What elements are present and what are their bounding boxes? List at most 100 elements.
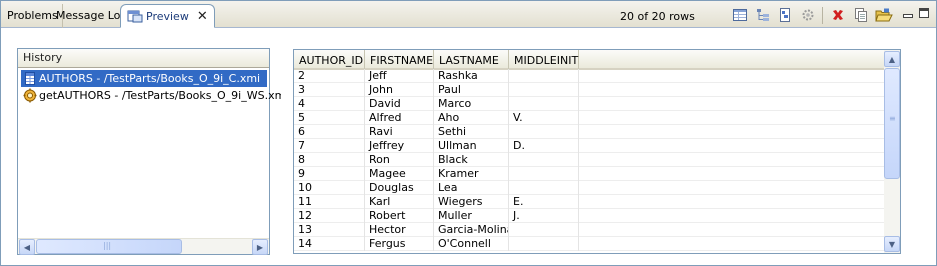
cell-filler (579, 181, 884, 195)
cell-middleinit[interactable] (509, 153, 579, 167)
cell-lastname[interactable]: Muller (434, 209, 509, 223)
table-row[interactable]: 7 Jeffrey Ullman D. (294, 139, 884, 153)
cell-firstname[interactable]: Jeff (365, 69, 434, 83)
cell-lastname[interactable]: Aho (434, 111, 509, 125)
table-row[interactable]: 13 Hector Garcia-Molina (294, 223, 884, 237)
cell-author-id[interactable]: 6 (294, 125, 365, 139)
close-icon[interactable]: ✕ (197, 5, 208, 29)
history-item-label: getAUTHORS - /TestParts/Books_O_9i_WS.xm… (39, 89, 293, 102)
cell-firstname[interactable]: Alfred (365, 111, 434, 125)
scroll-left-button[interactable]: ◀ (19, 239, 35, 255)
table-header: AUTHOR_ID FIRSTNAME LASTNAME MIDDLEINIT (294, 50, 900, 70)
history-horizontal-scrollbar[interactable]: ◀ ||| ▶ (18, 238, 269, 255)
results-scroll-thumb[interactable]: ≡ (884, 68, 900, 179)
cell-firstname[interactable]: Douglas (365, 181, 434, 195)
maximize-icon[interactable] (916, 5, 932, 21)
table-row[interactable]: 10 Douglas Lea (294, 181, 884, 195)
cell-author-id[interactable]: 11 (294, 195, 365, 209)
scroll-up-button[interactable]: ▲ (884, 51, 900, 67)
cell-middleinit[interactable] (509, 237, 579, 251)
cell-author-id[interactable]: 7 (294, 139, 365, 153)
scroll-right-button[interactable]: ▶ (252, 239, 268, 255)
column-header-lastname[interactable]: LASTNAME (434, 50, 509, 70)
cell-firstname[interactable]: Fergus (365, 237, 434, 251)
cell-firstname[interactable]: John (365, 83, 434, 97)
cell-middleinit[interactable]: J. (509, 209, 579, 223)
history-item-getauthors[interactable]: getAUTHORS - /TestParts/Books_O_9i_WS.xm… (21, 87, 292, 104)
cell-middleinit[interactable] (509, 69, 579, 83)
table-row[interactable]: 14 Fergus O'Connell (294, 237, 884, 251)
history-scroll-thumb[interactable]: ||| (36, 239, 182, 254)
cell-firstname[interactable]: Ron (365, 153, 434, 167)
cell-author-id[interactable]: 14 (294, 237, 365, 251)
cell-firstname[interactable]: Robert (365, 209, 434, 223)
delete-icon[interactable] (830, 7, 846, 23)
tab-preview[interactable]: Preview ✕ (120, 4, 215, 28)
table-row[interactable]: 4 David Marco (294, 97, 884, 111)
copy-icon[interactable] (853, 7, 869, 23)
cell-filler (579, 209, 884, 223)
results-vertical-scrollbar[interactable]: ▲ ≡ ▼ (884, 50, 900, 253)
cell-middleinit[interactable] (509, 83, 579, 97)
cell-middleinit[interactable]: E. (509, 195, 579, 209)
settings-icon[interactable] (800, 7, 816, 23)
cell-middleinit[interactable]: V. (509, 111, 579, 125)
tree-view-icon[interactable] (755, 7, 771, 23)
cell-firstname[interactable]: Ravi (365, 125, 434, 139)
cell-lastname[interactable]: Marco (434, 97, 509, 111)
cell-firstname[interactable]: Magee (365, 167, 434, 181)
cell-middleinit[interactable] (509, 181, 579, 195)
cell-author-id[interactable]: 12 (294, 209, 365, 223)
cell-lastname[interactable]: Rashka (434, 69, 509, 83)
table-row[interactable]: 6 Ravi Sethi (294, 125, 884, 139)
grip-icon: ≡ (889, 114, 896, 123)
cell-middleinit[interactable] (509, 223, 579, 237)
cell-author-id[interactable]: 9 (294, 167, 365, 181)
cell-filler (579, 139, 884, 153)
xml-view-icon[interactable] (777, 7, 793, 23)
table-row[interactable]: 12 Robert Muller J. (294, 209, 884, 223)
minimize-icon[interactable] (900, 5, 916, 21)
cell-middleinit[interactable]: D. (509, 139, 579, 153)
cell-lastname[interactable]: Wiegers (434, 195, 509, 209)
open-folder-icon[interactable] (875, 7, 893, 23)
column-header-author-id[interactable]: AUTHOR_ID (294, 50, 365, 70)
cell-filler (579, 167, 884, 181)
preview-icon (127, 8, 143, 23)
column-header-middleinit[interactable]: MIDDLEINIT (509, 50, 579, 70)
cell-middleinit[interactable] (509, 167, 579, 181)
scroll-down-button[interactable]: ▼ (884, 236, 900, 252)
cell-filler (579, 97, 884, 111)
cell-author-id[interactable]: 4 (294, 97, 365, 111)
table-row[interactable]: 2 Jeff Rashka (294, 69, 884, 83)
column-header-firstname[interactable]: FIRSTNAME (365, 50, 434, 70)
cell-middleinit[interactable] (509, 125, 579, 139)
table-view-icon[interactable] (732, 7, 748, 23)
cell-author-id[interactable]: 5 (294, 111, 365, 125)
cell-author-id[interactable]: 2 (294, 69, 365, 83)
table-row[interactable]: 9 Magee Kramer (294, 167, 884, 181)
cell-middleinit[interactable] (509, 97, 579, 111)
cell-author-id[interactable]: 10 (294, 181, 365, 195)
cell-firstname[interactable]: Hector (365, 223, 434, 237)
cell-author-id[interactable]: 3 (294, 83, 365, 97)
cell-firstname[interactable]: Karl (365, 195, 434, 209)
cell-lastname[interactable]: Paul (434, 83, 509, 97)
cell-author-id[interactable]: 13 (294, 223, 365, 237)
cell-lastname[interactable]: Ullman (434, 139, 509, 153)
history-item-authors[interactable]: AUTHORS - /TestParts/Books_O_9i_C.xmi (21, 70, 267, 87)
cell-lastname[interactable]: Black (434, 153, 509, 167)
cell-author-id[interactable]: 8 (294, 153, 365, 167)
table-row[interactable]: 11 Karl Wiegers E. (294, 195, 884, 209)
cell-firstname[interactable]: Jeffrey (365, 139, 434, 153)
cell-lastname[interactable]: Garcia-Molina (434, 223, 509, 237)
table-row[interactable]: 3 John Paul (294, 83, 884, 97)
table-row[interactable]: 8 Ron Black (294, 153, 884, 167)
cell-lastname[interactable]: Lea (434, 181, 509, 195)
cell-lastname[interactable]: O'Connell (434, 237, 509, 251)
cell-lastname[interactable]: Sethi (434, 125, 509, 139)
table-row[interactable]: 5 Alfred Aho V. (294, 111, 884, 125)
cell-lastname[interactable]: Kramer (434, 167, 509, 181)
cell-firstname[interactable]: David (365, 97, 434, 111)
cell-filler (579, 125, 884, 139)
